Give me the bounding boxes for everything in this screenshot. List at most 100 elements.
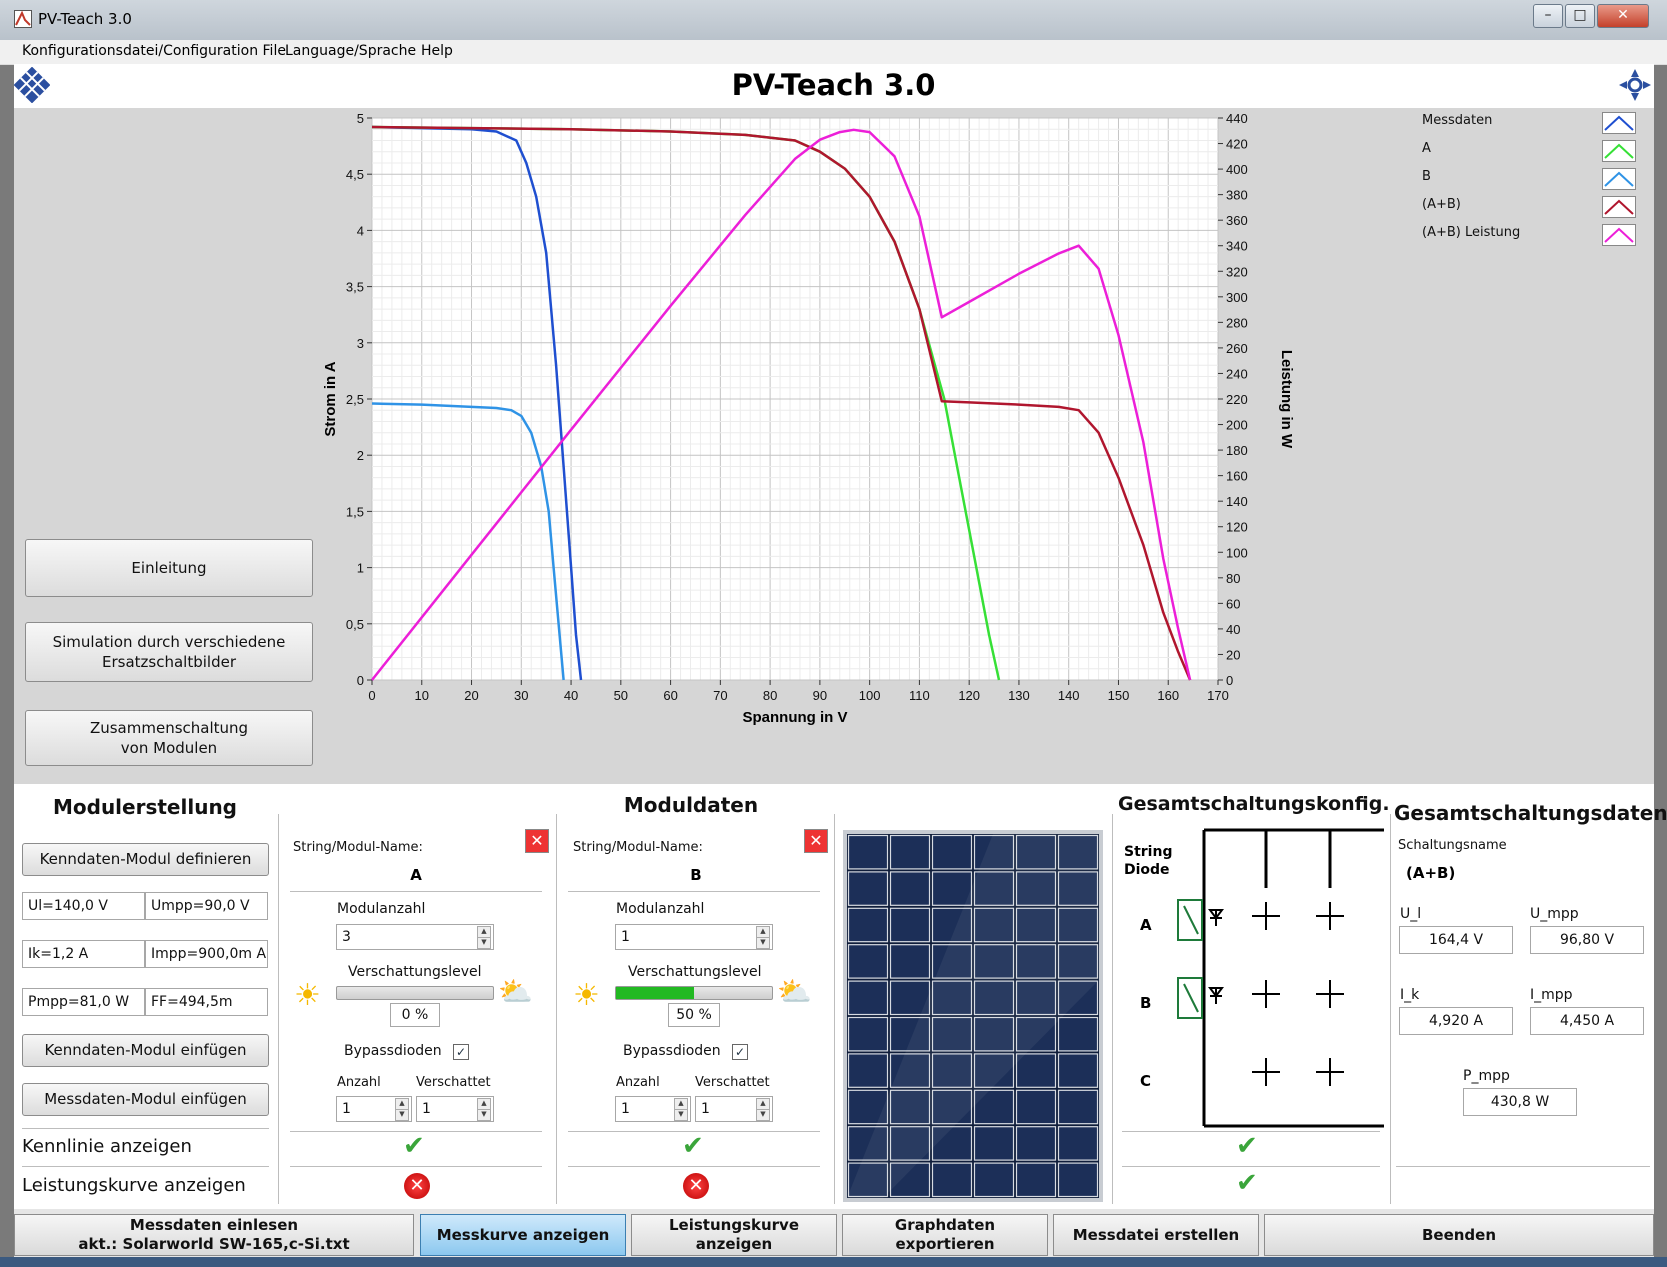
string-b-name: B	[690, 866, 702, 884]
spin-down-icon[interactable]: ▼	[477, 1109, 491, 1121]
define-module-button[interactable]: Kenndaten-Modul definieren	[22, 843, 269, 876]
chart-legend: Messdaten A B (A+B) (A+B) Leistung	[1420, 110, 1650, 250]
row-c-label: C	[1140, 1072, 1152, 1090]
spin-down-icon[interactable]: ▼	[674, 1109, 688, 1121]
string-b-shade-slider[interactable]	[615, 986, 773, 1000]
string-b-name-label: String/Modul-Name:	[573, 840, 703, 855]
panel-cell	[931, 871, 973, 906]
string-b-bypass-checkbox[interactable]: ✓	[732, 1044, 748, 1060]
simulation-button-label-1: Simulation durch verschiedene	[52, 633, 286, 651]
module-b-symbol[interactable]	[1177, 977, 1224, 1019]
legend-swatch[interactable]	[1602, 196, 1636, 218]
string-a-verschattet-input[interactable]: 1 ▲ ▼	[416, 1096, 494, 1122]
x-tick-label: 110	[909, 688, 930, 703]
spin-down-icon[interactable]: ▼	[395, 1109, 409, 1121]
string-a-count-input[interactable]: 3 ▲ ▼	[336, 924, 494, 950]
string-b-curve-check-icon[interactable]: ✔	[682, 1131, 704, 1161]
minimize-button[interactable]: –	[1533, 4, 1563, 28]
combine-button-label-1: Zusammenschaltung	[89, 719, 249, 737]
string-b-anzahl-input[interactable]: 1 ▲ ▼	[615, 1096, 691, 1122]
divider	[568, 891, 820, 892]
menu-help[interactable]: Help	[421, 43, 453, 59]
x-tick-label: 140	[1058, 688, 1080, 703]
x-axis-label: Spannung in V	[743, 709, 848, 726]
x-tick-label: 150	[1108, 688, 1130, 703]
divider	[1122, 1166, 1380, 1167]
y2-tick-label: 40	[1226, 622, 1240, 637]
divider	[290, 891, 542, 892]
legend-swatch[interactable]	[1602, 140, 1636, 162]
current-file-label: akt.: Solarworld SW-165,c-Si.txt	[78, 1235, 350, 1253]
delete-string-b-button[interactable]: ✕	[804, 829, 828, 853]
delete-string-a-button[interactable]: ✕	[525, 829, 549, 853]
string-a-name-label: String/Modul-Name:	[293, 840, 423, 855]
config-curve-check-icon[interactable]: ✔	[1236, 1131, 1258, 1161]
string-a-curve-check-icon[interactable]: ✔	[403, 1131, 425, 1161]
app-icon	[14, 10, 32, 28]
moduldaten-title: Moduldaten	[623, 793, 759, 817]
umpp-value: 96,80 V	[1530, 926, 1644, 954]
y-tick-label: 4	[357, 223, 364, 238]
y2-tick-label: 360	[1226, 213, 1248, 228]
measure-module-button[interactable]: Messdaten-Modul einfügen	[22, 1083, 269, 1116]
string-a-power-x-icon[interactable]: ✕	[404, 1173, 430, 1199]
menu-language[interactable]: Language/Sprache	[285, 43, 416, 59]
legend-swatch[interactable]	[1602, 168, 1636, 190]
x-tick-label: 90	[813, 688, 827, 703]
close-button[interactable]: ✕	[1597, 4, 1649, 28]
panel-cell	[1057, 1089, 1099, 1125]
quit-button[interactable]: Beenden	[1264, 1214, 1654, 1256]
row-b-label: B	[1140, 994, 1152, 1012]
x-tick-label: 70	[713, 688, 727, 703]
string-a-bypass-checkbox[interactable]: ✓	[453, 1044, 469, 1060]
x-tick-label: 130	[1008, 688, 1030, 703]
intro-button[interactable]: Einleitung	[25, 539, 313, 597]
module-a-symbol[interactable]	[1177, 890, 1224, 944]
string-b-verschattet-label: Verschattet	[695, 1075, 770, 1090]
y2-tick-label: 380	[1226, 188, 1248, 203]
string-b-power-x-icon[interactable]: ✕	[683, 1173, 709, 1199]
legend-swatch[interactable]	[1602, 112, 1636, 134]
impp-field: Impp=900,0m A	[145, 940, 268, 968]
legend-label: B	[1422, 169, 1431, 184]
string-a-anzahl-input[interactable]: 1 ▲ ▼	[336, 1096, 412, 1122]
spin-down-icon[interactable]: ▼	[477, 937, 491, 949]
menu-config-file[interactable]: Konfigurationsdatei/Configuration File	[22, 43, 286, 59]
pmpp-label: P_mpp	[1463, 1068, 1510, 1084]
umpp-label: U_mpp	[1530, 906, 1579, 922]
combine-modules-button[interactable]: Zusammenschaltung von Modulen	[25, 710, 313, 766]
spin-down-icon[interactable]: ▼	[756, 1109, 770, 1121]
y-tick-label: 1,5	[346, 504, 364, 519]
export-graph-button[interactable]: Graphdaten exportieren	[842, 1214, 1048, 1256]
panel-cell	[1057, 1016, 1099, 1052]
read-measurement-button[interactable]: Messdaten einlesen akt.: Solarworld SW-1…	[14, 1214, 414, 1256]
panel-cell	[1057, 1126, 1099, 1161]
string-a-name: A	[410, 866, 422, 884]
spin-down-icon[interactable]: ▼	[756, 937, 770, 949]
x-tick-label: 0	[368, 688, 375, 703]
y-tick-label: 3,5	[346, 280, 364, 295]
string-a-count-value: 3	[342, 929, 351, 945]
show-measure-curve-tab[interactable]: Messkurve anzeigen	[420, 1214, 626, 1256]
string-b-count-input[interactable]: 1 ▲ ▼	[615, 924, 773, 950]
simulation-button[interactable]: Simulation durch verschiedene Ersatzscha…	[25, 622, 313, 682]
string-a-count-label: Modulanzahl	[337, 901, 426, 917]
y2-tick-label: 240	[1226, 366, 1248, 381]
circuit-name: (A+B)	[1406, 864, 1456, 882]
string-a-verschattet-value: 1	[422, 1101, 431, 1117]
ul-value: 164,4 V	[1399, 926, 1513, 954]
create-file-button[interactable]: Messdatei erstellen	[1053, 1214, 1259, 1256]
y-tick-label: 1	[357, 561, 364, 576]
config-power-check-icon[interactable]: ✔	[1236, 1168, 1258, 1198]
string-b-verschattet-input[interactable]: 1 ▲ ▼	[695, 1096, 773, 1122]
legend-swatch[interactable]	[1602, 224, 1636, 246]
y-axis-label: Strom in A	[322, 361, 339, 436]
maximize-button[interactable]: □	[1565, 4, 1595, 28]
string-a-shade-slider[interactable]	[336, 986, 494, 1000]
show-power-curve-tab[interactable]: Leistungskurve anzeigen	[631, 1214, 837, 1256]
string-a-anzahl-label: Anzahl	[337, 1075, 381, 1090]
string-b-count-label: Modulanzahl	[616, 901, 705, 917]
panel-cell	[847, 944, 889, 979]
panel-cell	[931, 834, 973, 870]
insert-module-button[interactable]: Kenndaten-Modul einfügen	[22, 1034, 269, 1067]
